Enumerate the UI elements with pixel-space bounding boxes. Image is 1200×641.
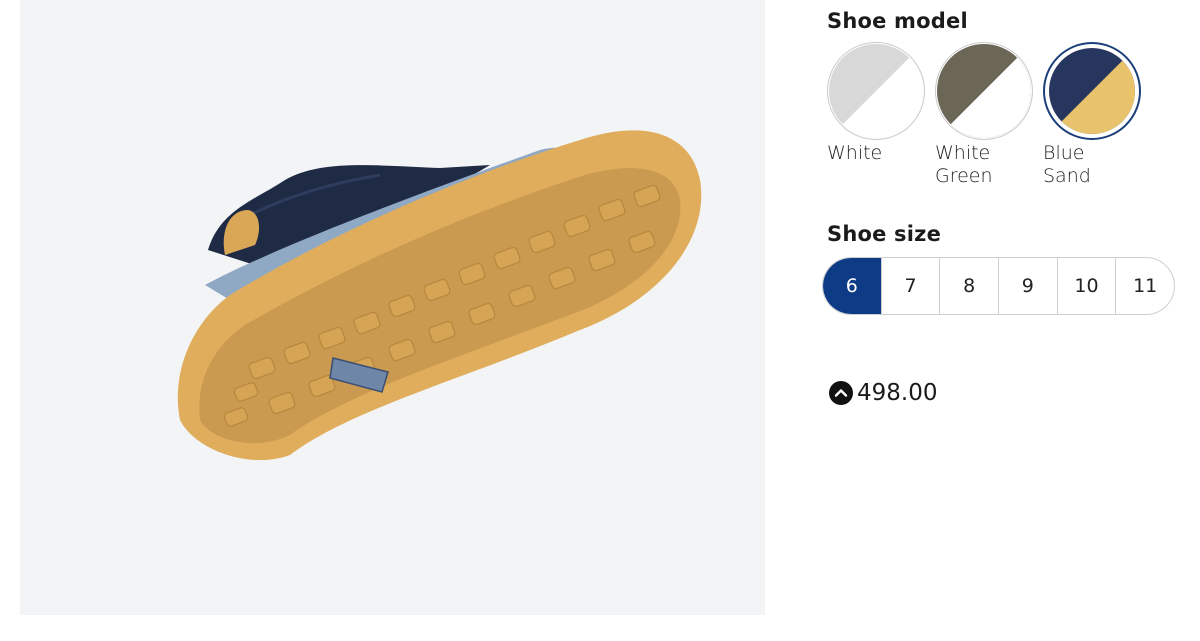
size-option-8[interactable]: 8	[939, 258, 998, 314]
model-label-line2: Sand	[1043, 165, 1091, 187]
model-option-white-green[interactable]: White Green	[935, 42, 1035, 188]
model-option-white[interactable]: White	[827, 42, 927, 165]
price-value: 498.00	[857, 380, 938, 406]
size-option-11[interactable]: 11	[1115, 258, 1174, 314]
size-option-10[interactable]: 10	[1056, 258, 1116, 314]
white-swatch-icon	[829, 44, 923, 138]
model-option-blue-sand[interactable]: Blue Sand	[1043, 42, 1143, 188]
shoe-model-title: Shoe model	[827, 9, 968, 33]
product-viewer[interactable]	[20, 0, 765, 615]
model-label-line1: White	[827, 142, 883, 164]
white-green-swatch-icon	[937, 44, 1031, 138]
shoe-size-title: Shoe size	[827, 222, 942, 246]
size-option-9[interactable]: 9	[998, 258, 1057, 314]
shoe-model-options: White White Green Blue Sand	[827, 42, 1187, 192]
blue-sand-swatch-icon	[1049, 48, 1135, 134]
shoe-image	[177, 130, 702, 461]
model-label-line1: White	[935, 142, 991, 164]
price: 498.00	[829, 380, 937, 406]
chevron-up-circle-icon	[829, 381, 853, 405]
shoe-size-selector: 6 7 8 9 10 11	[822, 257, 1175, 315]
size-option-6[interactable]: 6	[823, 258, 881, 314]
model-label-line2: Green	[935, 165, 993, 187]
size-option-7[interactable]: 7	[880, 258, 940, 314]
model-label-line1: Blue	[1043, 142, 1085, 164]
